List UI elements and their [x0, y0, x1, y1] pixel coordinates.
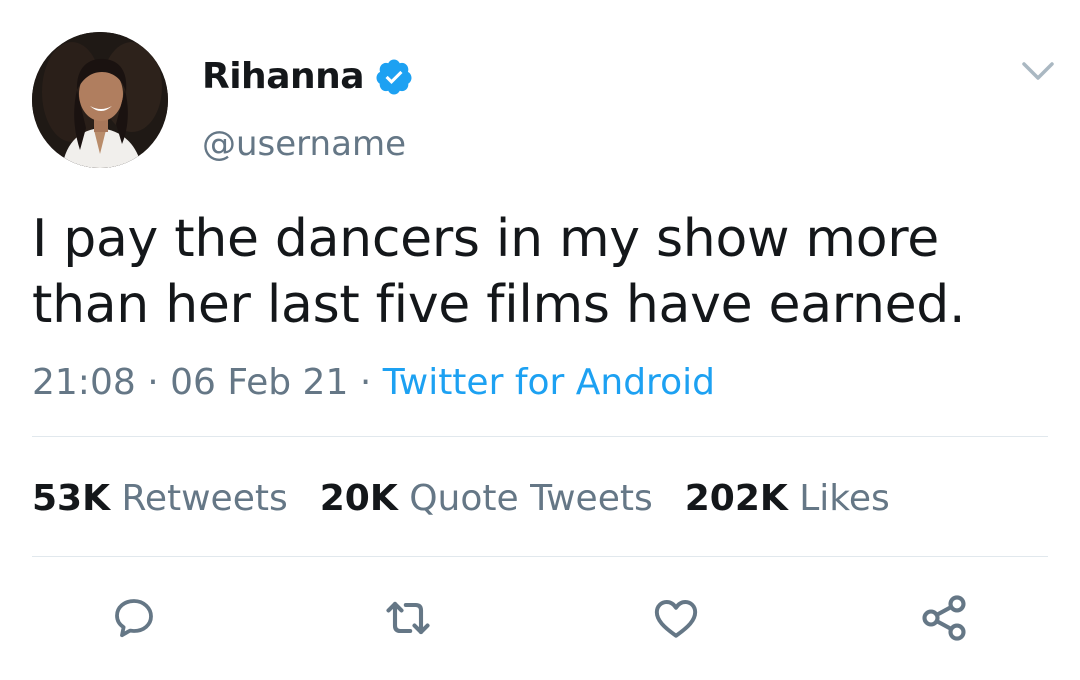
- divider: [32, 556, 1048, 557]
- engagement-stats: 53K Retweets 20K Quote Tweets 202K Likes: [32, 478, 890, 519]
- share-button[interactable]: [918, 592, 970, 644]
- quote-tweets-count: 20K: [319, 478, 398, 519]
- reply-icon: [115, 599, 153, 638]
- tweet-date: 06 Feb 21: [170, 362, 349, 403]
- retweets-label: Retweets: [121, 478, 288, 519]
- like-button[interactable]: [650, 592, 702, 644]
- avatar[interactable]: [32, 32, 168, 168]
- tweet-text: I pay the dancers in my show more than h…: [32, 209, 966, 335]
- chevron-down-icon[interactable]: [1018, 56, 1058, 86]
- tweet-time: 21:08: [32, 362, 136, 403]
- reply-button[interactable]: [108, 592, 160, 644]
- tweet-metadata: 21:08 · 06 Feb 21 · Twitter for Android: [32, 362, 715, 403]
- share-icon: [922, 595, 966, 641]
- likes-stat[interactable]: 202K Likes: [685, 478, 890, 519]
- retweets-count: 53K: [32, 478, 110, 519]
- user-handle[interactable]: @username: [202, 124, 406, 164]
- quote-tweets-stat[interactable]: 20K Quote Tweets: [320, 478, 653, 519]
- author-name-row: Rihanna: [202, 56, 414, 97]
- meta-separator: ·: [147, 362, 159, 403]
- likes-count: 202K: [684, 478, 788, 519]
- likes-label: Likes: [799, 478, 890, 519]
- retweets-stat[interactable]: 53K Retweets: [32, 478, 288, 519]
- tweet-source-link[interactable]: Twitter for Android: [383, 362, 715, 403]
- display-name[interactable]: Rihanna: [202, 56, 365, 97]
- meta-separator: ·: [359, 362, 372, 403]
- verified-badge-icon: [374, 57, 414, 97]
- quote-tweets-label: Quote Tweets: [409, 478, 653, 519]
- divider: [32, 436, 1048, 437]
- retweet-icon: [386, 601, 430, 635]
- retweet-button[interactable]: [382, 592, 434, 644]
- like-icon: [654, 599, 698, 638]
